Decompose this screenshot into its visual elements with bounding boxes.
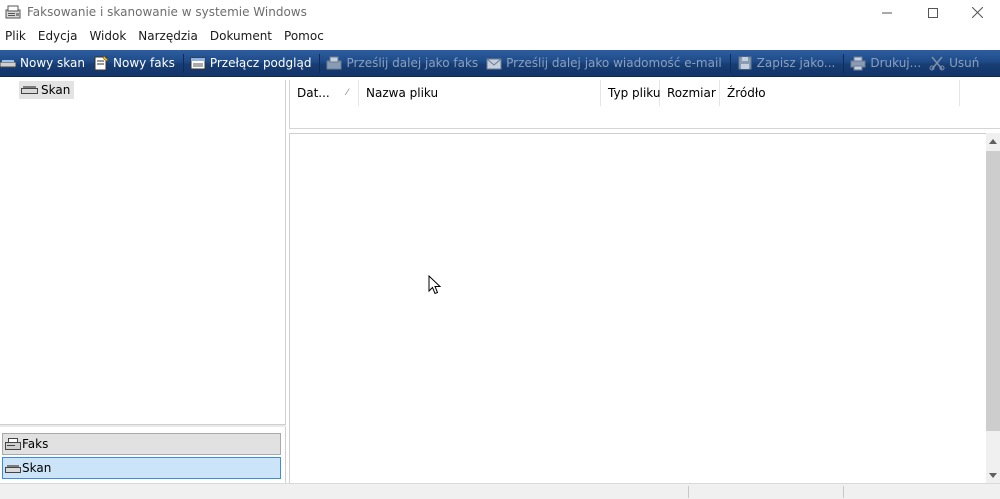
minimize-button[interactable]	[864, 0, 910, 25]
new-fax-button[interactable]: Nowy faks	[90, 50, 180, 77]
toolbar-separator	[319, 53, 321, 73]
folder-pane: Skan Faks Skan	[0, 80, 286, 483]
toolbar-separator	[729, 53, 731, 73]
print-button[interactable]: Drukuj...	[847, 50, 926, 77]
column-source[interactable]: Źródło	[720, 80, 960, 106]
menu-bar: Plik Edycja Widok Narzędzia Dokument Pom…	[0, 26, 1000, 46]
save-disk-icon	[738, 56, 752, 70]
preview-pane[interactable]	[289, 133, 986, 483]
chevron-down-icon	[989, 472, 997, 478]
toolbar: Nowy skan Nowy faks Przełącz podgląd Prz…	[0, 50, 1000, 77]
preview-pane-icon	[190, 57, 206, 70]
fax-icon	[326, 56, 342, 70]
nav-fax-button[interactable]: Faks	[2, 433, 281, 455]
column-file-type-label: Typ pliku	[608, 86, 661, 100]
save-as-label: Zapisz jako...	[756, 56, 836, 70]
vertical-scrollbar[interactable]	[986, 133, 1000, 483]
status-divider	[688, 486, 689, 498]
toggle-preview-button[interactable]: Przełącz podgląd	[187, 50, 317, 77]
menu-document[interactable]: Dokument	[205, 26, 279, 46]
new-scan-button[interactable]: Nowy skan	[0, 50, 90, 77]
column-size-label: Rozmiar	[667, 86, 716, 100]
column-date[interactable]: Dat... ⁄	[290, 80, 359, 106]
scanner-icon	[21, 86, 38, 94]
delete-button[interactable]: Usuń	[926, 50, 984, 77]
close-button[interactable]	[954, 0, 1000, 25]
sort-indicator-icon: ⁄	[346, 88, 348, 98]
save-as-button[interactable]: Zapisz jako...	[734, 50, 841, 77]
close-icon	[971, 7, 983, 18]
new-fax-label: Nowy faks	[113, 56, 175, 70]
menu-view[interactable]: Widok	[84, 26, 133, 46]
minimize-icon	[882, 12, 892, 13]
mouse-pointer-icon	[428, 275, 441, 295]
scanner-icon	[0, 60, 16, 68]
toggle-preview-label: Przełącz podgląd	[209, 56, 312, 70]
chevron-up-icon	[989, 138, 997, 144]
maximize-icon	[928, 7, 938, 18]
delete-label: Usuń	[949, 56, 980, 70]
menu-help[interactable]: Pomoc	[279, 26, 331, 46]
nav-fax-label: Faks	[22, 437, 49, 451]
scroll-down-button[interactable]	[986, 467, 1000, 483]
menu-edit[interactable]: Edycja	[33, 26, 85, 46]
fax-scan-app-icon	[5, 5, 21, 19]
tree-item-label: Skan	[41, 83, 71, 97]
maximize-button[interactable]	[910, 0, 956, 25]
forward-as-email-button[interactable]: Prześlij dalej jako wiadomość e-mail	[483, 50, 727, 77]
nav-scan-button[interactable]: Skan	[2, 457, 281, 479]
scrollbar-thumb[interactable]	[986, 151, 1000, 431]
forward-as-fax-button[interactable]: Prześlij dalej jako faks	[323, 50, 483, 77]
new-scan-label: Nowy skan	[20, 56, 85, 70]
status-divider	[843, 486, 844, 498]
printer-icon	[850, 56, 866, 71]
print-label: Drukuj...	[870, 56, 922, 70]
forward-as-fax-label: Prześlij dalej jako faks	[346, 56, 479, 70]
scroll-up-button[interactable]	[986, 133, 1000, 149]
tree-item-scan[interactable]: Skan	[19, 81, 75, 99]
toolbar-separator	[843, 53, 845, 73]
column-size[interactable]: Rozmiar	[660, 80, 720, 106]
column-source-label: Źródło	[727, 86, 766, 100]
document-list-header: Dat... ⁄ Nazwa pliku Typ pliku Rozmiar Ź…	[289, 80, 1000, 129]
window-title: Faksowanie i skanowanie w systemie Windo…	[27, 5, 307, 19]
scanner-icon	[5, 465, 21, 473]
email-icon	[486, 58, 502, 70]
status-bar	[0, 483, 1000, 499]
new-fax-icon	[94, 55, 109, 71]
column-date-label: Dat...	[297, 86, 330, 100]
fax-icon	[5, 438, 21, 450]
column-file-type[interactable]: Typ pliku	[601, 80, 660, 106]
forward-as-email-label: Prześlij dalej jako wiadomość e-mail	[506, 56, 722, 70]
title-bar: Faksowanie i skanowanie w systemie Windo…	[0, 0, 1000, 25]
delete-scissors-icon	[929, 56, 945, 71]
nav-splitter[interactable]	[0, 424, 286, 427]
toolbar-separator	[182, 53, 184, 73]
menu-file[interactable]: Plik	[0, 26, 33, 46]
column-file-name-label: Nazwa pliku	[366, 86, 439, 100]
column-file-name[interactable]: Nazwa pliku	[359, 80, 601, 106]
nav-scan-label: Skan	[22, 461, 52, 475]
menu-tools[interactable]: Narzędzia	[133, 26, 205, 46]
